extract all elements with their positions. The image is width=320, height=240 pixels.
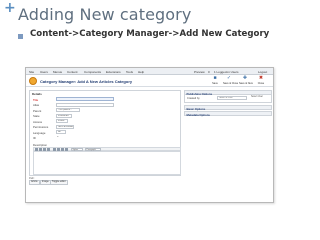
parent-label: Parent xyxy=(33,108,42,113)
title-row: Title xyxy=(33,97,181,102)
state-select[interactable]: Published xyxy=(56,113,72,118)
details-legend: Details xyxy=(32,92,42,96)
created-by-label: Created by xyxy=(187,96,200,100)
basic-options-panel[interactable]: Basic Options xyxy=(184,105,272,111)
alias-input[interactable] xyxy=(56,102,114,107)
save-close-icon: ✓ xyxy=(226,75,232,81)
language-select[interactable]: All xyxy=(56,130,66,134)
description-textarea[interactable] xyxy=(33,151,181,175)
access-row: Access Public xyxy=(33,119,181,124)
details-fieldset: Details Title Alias Parent - No parent -… xyxy=(29,90,181,176)
save-close-button[interactable]: ✓ Save & Close xyxy=(223,75,238,86)
title-label: Title xyxy=(33,97,39,102)
created-by-input[interactable]: Select a User xyxy=(217,96,247,100)
title-input[interactable] xyxy=(56,97,114,101)
select-user-button[interactable]: Select User xyxy=(251,96,269,100)
status-logged-in: 1 Logged-in Users xyxy=(214,69,239,74)
permissions-row: Permissions Set Permissions xyxy=(33,124,181,129)
admin-screenshot: Site Users Menus Content Components Exte… xyxy=(25,67,274,203)
menu-users[interactable]: Users xyxy=(40,70,48,74)
publishing-options-body: Created by Select a User Select User xyxy=(184,95,272,103)
alias-row: Alias xyxy=(33,102,181,107)
close-icon: ✖ xyxy=(258,75,264,81)
editor-path: Path: xyxy=(29,176,35,180)
set-permissions-button[interactable]: Set Permissions xyxy=(56,124,74,129)
menu-tools[interactable]: Tools xyxy=(126,70,133,74)
toggle-editor-button[interactable]: Toggle editor xyxy=(50,180,68,185)
metadata-options-title: Metadata Options xyxy=(186,112,210,117)
parent-select[interactable]: - No parent - xyxy=(56,108,80,112)
description-editor: Description Styles Paragraph xyxy=(33,143,181,175)
language-row: Language All xyxy=(33,130,181,135)
article-button[interactable]: Article xyxy=(29,180,40,185)
save-new-button[interactable]: ✚ Save & New xyxy=(239,75,253,86)
menu-menus[interactable]: Menus xyxy=(53,70,62,74)
id-value: 0 xyxy=(56,135,64,140)
metadata-options-panel[interactable]: Metadata Options xyxy=(184,111,272,117)
save-button[interactable]: ■ Save xyxy=(209,76,221,86)
permissions-label: Permissions xyxy=(33,125,49,129)
status-count: 0 xyxy=(208,69,210,74)
admin-menu-bar: Site Users Menus Content Components Exte… xyxy=(26,68,273,75)
id-label: ID xyxy=(33,136,36,140)
save-new-icon: ✚ xyxy=(242,75,248,81)
bullet-square xyxy=(18,34,23,39)
language-label: Language xyxy=(33,130,46,135)
status-preview[interactable]: Preview xyxy=(194,70,205,74)
menu-components[interactable]: Components xyxy=(84,70,101,74)
state-row: State Published xyxy=(33,113,181,118)
slide-title: Adding New category xyxy=(18,5,192,24)
close-button[interactable]: ✖ Close xyxy=(255,76,267,86)
state-label: State xyxy=(33,114,40,118)
access-select[interactable]: Public xyxy=(56,119,68,123)
category-logo-icon xyxy=(29,77,37,85)
menu-site[interactable]: Site xyxy=(29,70,34,74)
alias-label: Alias xyxy=(33,103,40,107)
id-row: ID 0 xyxy=(33,135,181,140)
access-label: Access xyxy=(33,119,43,124)
slide-bullet-text: Content->Category Manager->Add New Categ… xyxy=(30,29,270,39)
admin-toolbar: Category Manager: Add A New Articles Cat… xyxy=(26,75,273,87)
menu-extensions[interactable]: Extensions xyxy=(106,70,121,74)
menu-content[interactable]: Content xyxy=(67,70,78,74)
menu-help[interactable]: Help xyxy=(138,70,144,74)
logout-link[interactable]: Logout xyxy=(258,70,267,74)
editor-footer: Article Image Toggle editor xyxy=(29,180,179,185)
slide-plus-mark: + xyxy=(4,0,16,16)
page-title: Category Manager: Add A New Articles Cat… xyxy=(40,78,133,84)
parent-row: Parent - No parent - xyxy=(33,108,181,113)
save-icon: ■ xyxy=(213,75,217,81)
